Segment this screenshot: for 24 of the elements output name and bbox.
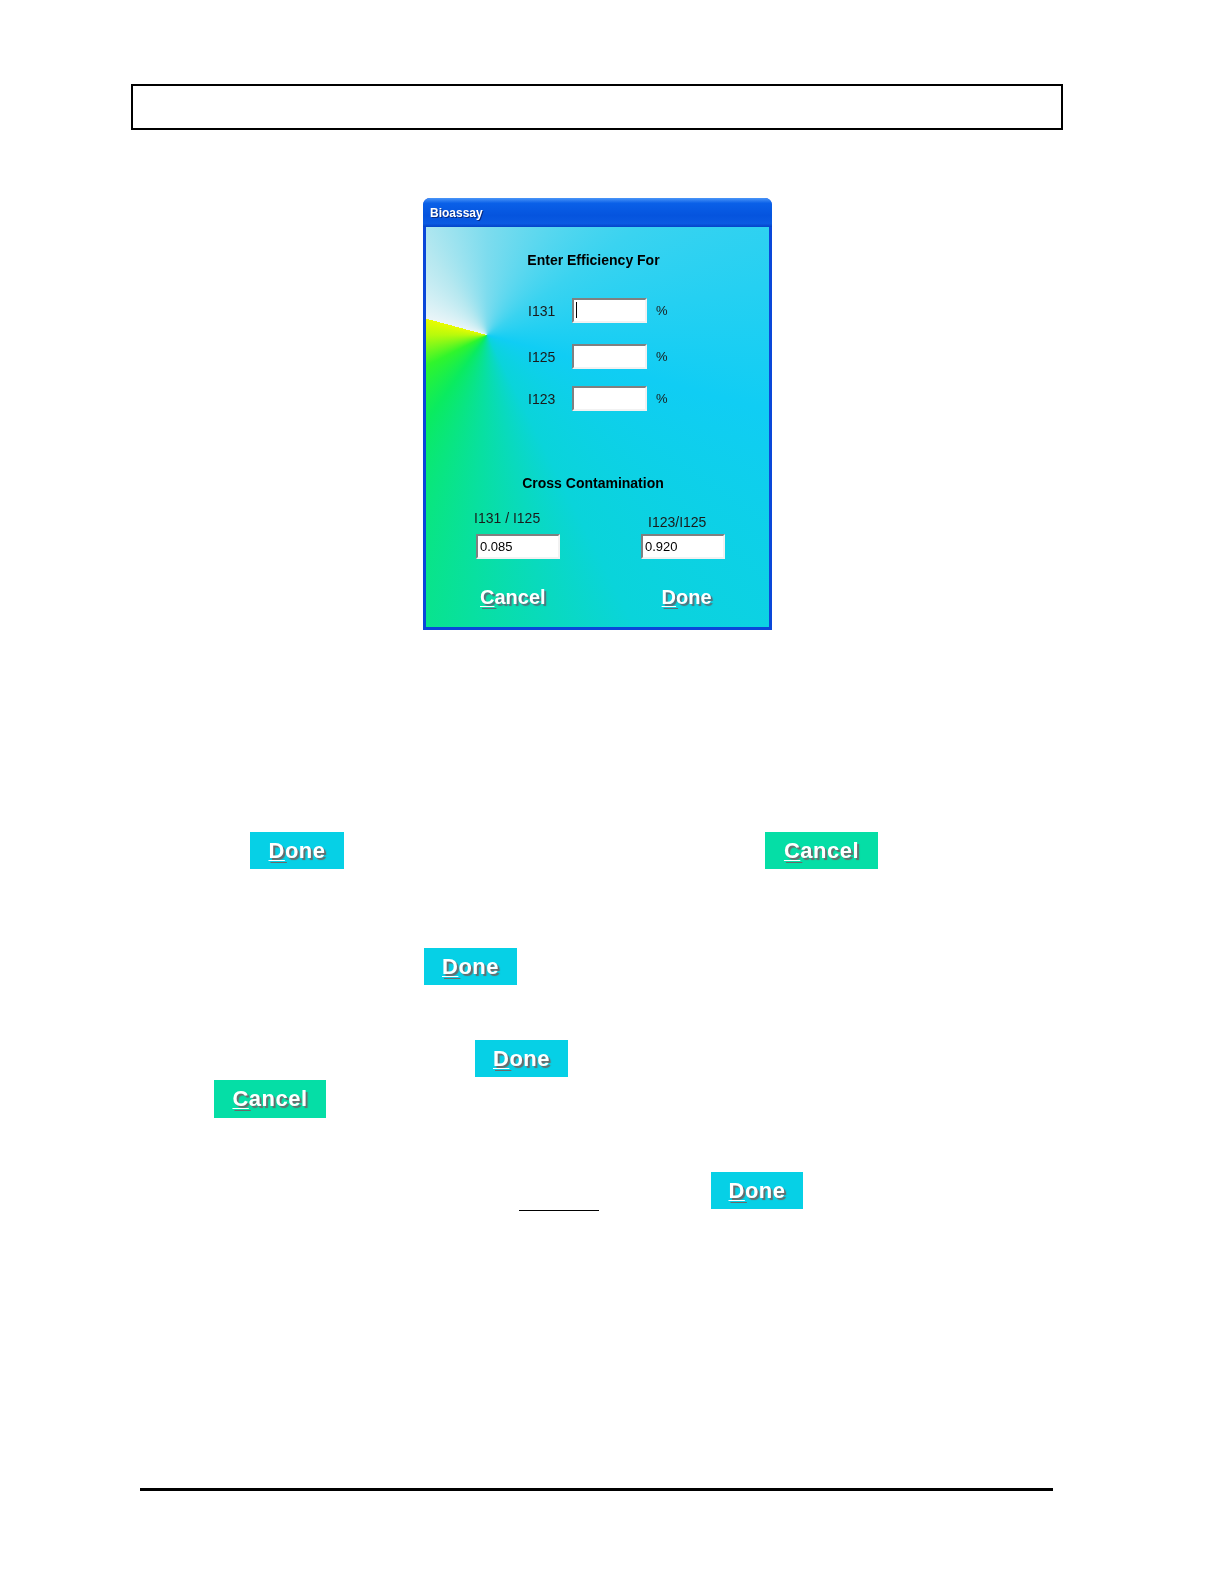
field-label: I125 [528,348,556,365]
action-button[interactable]: Cancel [765,832,878,869]
unit-label: % [656,349,668,364]
action-button[interactable]: Done [475,1040,568,1077]
dialog-button[interactable]: Cancel [480,585,546,609]
field-label: I123/I125 [648,514,707,530]
window-title: Bioassay [430,205,483,220]
input-field[interactable]: 0.085 [476,534,560,559]
action-button[interactable]: Done [424,948,517,985]
unit-label: % [656,303,668,318]
field-label: I131 / I125 [474,510,541,526]
input-field[interactable] [572,344,647,369]
action-button[interactable]: Done [250,832,344,869]
action-button[interactable]: Cancel [214,1080,326,1118]
dialog-button[interactable]: Done [661,585,712,609]
section-heading: Enter Efficiency For [527,251,660,269]
field-label: I123 [528,390,556,407]
input-field[interactable] [572,298,647,323]
action-button[interactable]: Done [711,1172,803,1209]
input-field[interactable] [572,386,647,411]
unit-label: % [656,391,668,406]
field-label: I131 [528,302,556,319]
input-field[interactable]: 0.920 [641,534,725,559]
section-heading: Cross Contamination [522,474,664,492]
